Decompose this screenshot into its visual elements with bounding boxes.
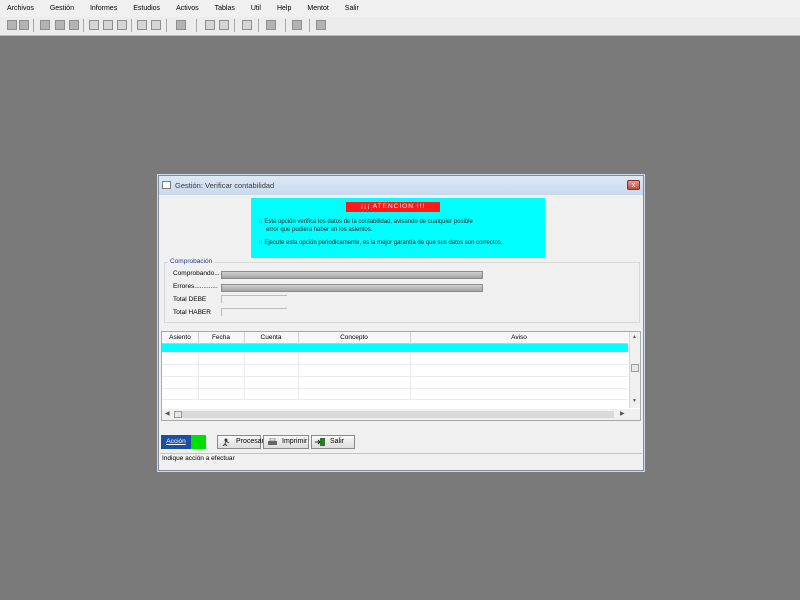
- toolbar-separator: [166, 19, 167, 32]
- column-asiento[interactable]: Asiento: [162, 334, 198, 341]
- toolbar: [0, 17, 800, 36]
- window-icon: [162, 181, 171, 189]
- procesar-button[interactable]: Procesar: [217, 435, 265, 449]
- comprobacion-legend: Comprobación: [168, 258, 215, 265]
- toolbar-square-icon[interactable]: [292, 20, 302, 30]
- toolbar-tool-icon[interactable]: [242, 20, 252, 30]
- comprobando-progress: [221, 271, 483, 279]
- menu-bar: Archivos Gestión Informes Estudios Activ…: [0, 0, 800, 17]
- exit-icon: [315, 438, 325, 446]
- bullet-icon: o: [259, 240, 263, 246]
- toolbar-separator: [131, 19, 132, 32]
- verify-dialog: Gestión: Verificar contabilidad x ¡¡¡ AT…: [158, 175, 644, 471]
- salir-label: Salir: [330, 438, 345, 445]
- notice-text: error que pudiera haber en los asientos.: [266, 227, 373, 233]
- toolbar-book-icon[interactable]: [19, 20, 29, 30]
- total-haber-label: Total HABER: [173, 309, 211, 316]
- errores-progress: [221, 284, 483, 292]
- toolbar-grid-icon[interactable]: [151, 20, 161, 30]
- grid-header: Asiento Fecha Cuenta Concepto Aviso: [162, 332, 628, 344]
- toolbar-grid-icon[interactable]: [137, 20, 147, 30]
- menu-salir[interactable]: Salir: [337, 0, 367, 17]
- warning-title: ¡¡¡ ATENCION !!!: [346, 202, 440, 212]
- menu-gestion[interactable]: Gestión: [42, 0, 82, 17]
- selected-row[interactable]: [162, 344, 628, 352]
- toolbar-exit-icon[interactable]: [316, 20, 326, 30]
- toolbar-book-icon[interactable]: [7, 20, 17, 30]
- accion-label[interactable]: Acción: [161, 435, 191, 449]
- total-haber-field: [221, 308, 287, 316]
- printer-icon: [268, 438, 277, 445]
- column-aviso[interactable]: Aviso: [410, 334, 628, 341]
- toolbar-tool-icon[interactable]: [205, 20, 215, 30]
- dialog-title: Gestión: Verificar contabilidad: [175, 181, 275, 190]
- horizontal-scrollbar[interactable]: ◀ ▶: [162, 409, 640, 420]
- notice-line: o Ejecute esta opción periodicamente, es …: [259, 240, 502, 246]
- horizontal-scroll-thumb[interactable]: [174, 411, 182, 418]
- close-button[interactable]: x: [627, 180, 640, 190]
- grid-row-line: [162, 376, 628, 377]
- horizontal-scroll-track[interactable]: [174, 411, 614, 418]
- toolbar-square-icon[interactable]: [176, 20, 186, 30]
- imprimir-button[interactable]: Imprimir: [263, 435, 309, 449]
- toolbar-report-icon[interactable]: [117, 20, 127, 30]
- column-cuenta[interactable]: Cuenta: [244, 334, 298, 341]
- scroll-left-icon[interactable]: ◀: [165, 410, 170, 417]
- salir-button[interactable]: Salir: [311, 435, 355, 449]
- toolbar-separator: [83, 19, 84, 32]
- toolbar-print-icon[interactable]: [266, 20, 276, 30]
- toolbar-document-icon[interactable]: [55, 20, 65, 30]
- toolbar-report-icon[interactable]: [103, 20, 113, 30]
- menu-util[interactable]: Util: [243, 0, 269, 17]
- status-bar: Indique acción a efectuar: [160, 453, 642, 469]
- grid-row-line: [162, 399, 628, 400]
- total-debe-field: [221, 295, 287, 303]
- grid-row-line: [162, 364, 628, 365]
- comprobando-label: Comprobando...: [173, 270, 220, 277]
- comprobacion-group: Comprobación Comprobando... Errores.....…: [164, 258, 640, 323]
- toolbar-separator: [196, 19, 197, 32]
- toolbar-separator: [309, 19, 310, 32]
- menu-estudios[interactable]: Estudios: [125, 0, 168, 17]
- toolbar-report-icon[interactable]: [89, 20, 99, 30]
- warning-box: ¡¡¡ ATENCION !!! o Esta opción verifica l…: [251, 198, 545, 258]
- bullet-icon: o: [259, 219, 263, 225]
- accion-selector[interactable]: Acción: [161, 435, 206, 449]
- scroll-down-icon[interactable]: ▼: [632, 398, 637, 404]
- total-debe-label: Total DEBE: [173, 296, 207, 303]
- notice-line: o Esta opción verifica los datos de la co…: [259, 219, 473, 225]
- column-concepto[interactable]: Concepto: [298, 334, 410, 341]
- imprimir-label: Imprimir: [282, 438, 308, 445]
- errores-label: Errores.............: [173, 283, 218, 290]
- procesar-label: Procesar: [236, 438, 265, 445]
- results-grid[interactable]: Asiento Fecha Cuenta Concepto Aviso ▲ ▼ …: [161, 331, 641, 421]
- toolbar-separator: [258, 19, 259, 32]
- vertical-scrollbar[interactable]: ▲ ▼: [629, 332, 640, 408]
- notice-text: Ejecute esta opción periodicamente, es l…: [264, 240, 503, 246]
- menu-archivos[interactable]: Archivos: [0, 0, 42, 17]
- run-icon: [222, 438, 230, 446]
- vertical-scroll-thumb[interactable]: [631, 364, 639, 372]
- column-fecha[interactable]: Fecha: [198, 334, 244, 341]
- dialog-titlebar[interactable]: Gestión: Verificar contabilidad x: [159, 176, 643, 195]
- grid-col-line: [410, 352, 411, 400]
- grid-col-line: [198, 352, 199, 400]
- menu-mentot[interactable]: Mentot: [299, 0, 336, 17]
- toolbar-separator: [33, 19, 34, 32]
- toolbar-separator: [285, 19, 286, 32]
- toolbar-document-icon[interactable]: [69, 20, 79, 30]
- grid-col-line: [244, 352, 245, 400]
- menu-help[interactable]: Help: [269, 0, 299, 17]
- grid-row-line: [162, 388, 628, 389]
- toolbar-tool-icon[interactable]: [219, 20, 229, 30]
- toolbar-document-icon[interactable]: [40, 20, 50, 30]
- menu-informes[interactable]: Informes: [82, 0, 125, 17]
- menu-tablas[interactable]: Tablas: [207, 0, 243, 17]
- menu-activos[interactable]: Activos: [168, 0, 207, 17]
- scroll-right-icon[interactable]: ▶: [620, 410, 625, 417]
- notice-text: Esta opción verifica los datos de la con…: [264, 219, 473, 225]
- scroll-up-icon[interactable]: ▲: [632, 334, 637, 340]
- toolbar-separator: [234, 19, 235, 32]
- grid-col-line: [298, 352, 299, 400]
